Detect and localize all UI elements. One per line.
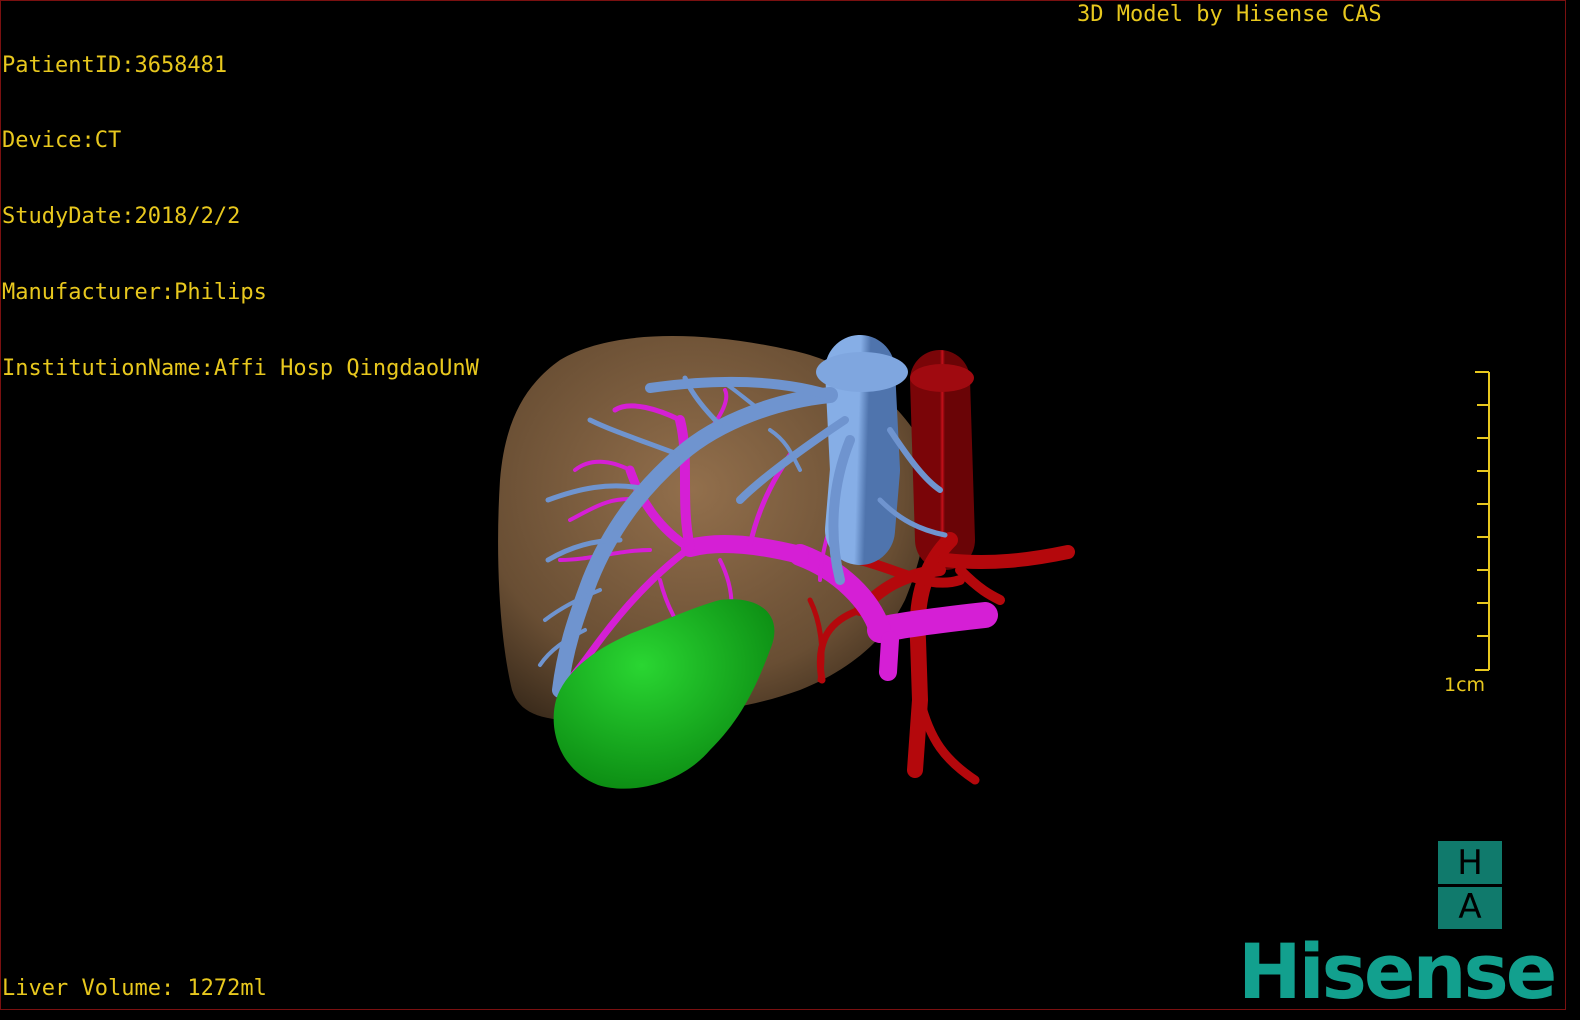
- scale-bar: [1475, 371, 1490, 671]
- scale-bar-label: 1cm: [1444, 674, 1486, 696]
- orientation-anterior-label: A: [1458, 887, 1482, 927]
- orientation-divider: [1438, 884, 1502, 887]
- device-label: Device:CT: [2, 128, 122, 154]
- hisense-logo: Hisense: [1238, 927, 1557, 1016]
- orientation-cube[interactable]: H A: [1438, 841, 1502, 929]
- liver-volume-label: Liver Volume: 1272ml: [2, 976, 267, 1001]
- manufacturer-label: Manufacturer:Philips: [2, 280, 267, 306]
- dicom-info-overlay: PatientID:3658481 Device:CT StudyDate:20…: [2, 2, 479, 407]
- orientation-head-label: H: [1457, 843, 1483, 883]
- institution-label: InstitutionName:Affi Hosp QingdaoUnW: [2, 356, 479, 382]
- patient-id-label: PatientID:3658481: [2, 52, 228, 78]
- model-title: 3D Model by Hisense CAS: [1077, 2, 1382, 27]
- study-date-label: StudyDate:2018/2/2: [2, 204, 241, 230]
